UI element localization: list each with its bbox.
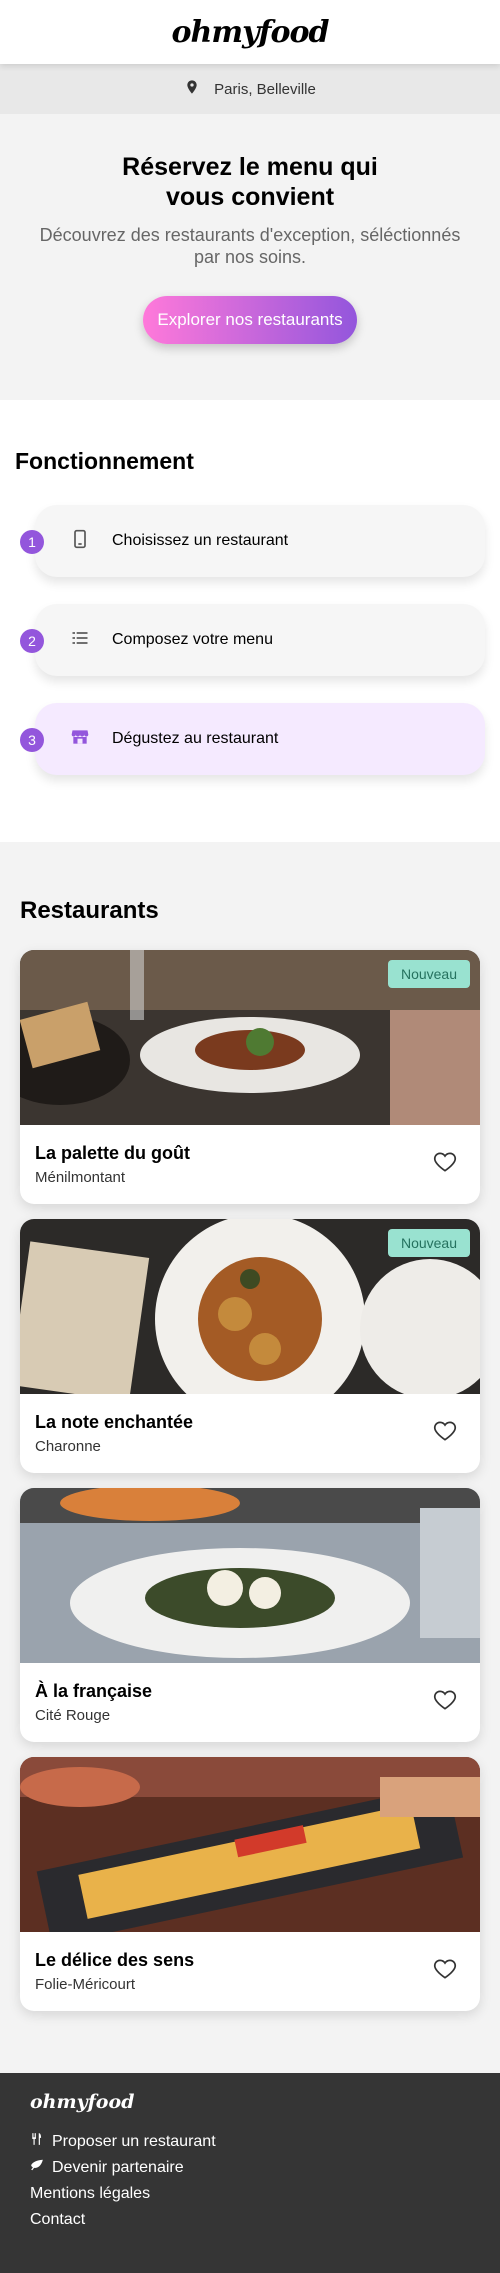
restaurant-name: Le délice des sens xyxy=(35,1950,195,1970)
step-number: 3 xyxy=(20,728,44,752)
footer-link-label: Proposer un restaurant xyxy=(52,2133,216,2150)
utensils-icon xyxy=(30,2129,44,2155)
hero-section: Réservez le menu qui vous convient Décou… xyxy=(0,114,500,400)
footer-link-label: Mentions légales xyxy=(30,2185,151,2202)
footer-link-partner[interactable]: Devenir partenaire xyxy=(30,2155,470,2181)
restaurant-card[interactable]: Nouveau La palette du goût Ménilmontant xyxy=(20,950,480,1204)
footer-link-label: Devenir partenaire xyxy=(52,2159,184,2176)
step-item: 2 Composez votre menu xyxy=(20,604,485,676)
location-text: Paris, Belleville xyxy=(214,80,316,98)
heart-icon[interactable] xyxy=(432,1687,458,1718)
step-number: 2 xyxy=(20,629,44,653)
footer-links: Proposer un restaurant Devenir partenair… xyxy=(30,2129,470,2233)
restaurant-card[interactable]: Le délice des sens Folie-Méricourt xyxy=(20,1757,480,2011)
step-item: 1 Choisissez un restaurant xyxy=(20,505,485,577)
footer-link-label: Contact xyxy=(30,2211,86,2228)
logo[interactable]: ohmyfood xyxy=(172,15,330,50)
restaurant-photo xyxy=(20,1757,480,1932)
restaurant-area: Cité Rouge xyxy=(35,1707,111,1724)
section-title: Fonctionnement xyxy=(15,448,194,474)
footer-logo[interactable]: ohmyfood xyxy=(30,2091,470,2113)
step-card[interactable]: Choisissez un restaurant xyxy=(35,505,485,577)
heart-icon[interactable] xyxy=(432,1149,458,1180)
footer-link-legal[interactable]: Mentions légales xyxy=(30,2181,470,2207)
restaurant-name: La note enchantée xyxy=(35,1412,194,1432)
restaurants-section: Restaurants Nouveau La palette du goût M… xyxy=(0,842,500,2073)
section-title: Restaurants xyxy=(20,897,159,924)
restaurant-card[interactable]: Nouveau La note enchantée Charonne xyxy=(20,1219,480,1473)
footer-link-propose[interactable]: Proposer un restaurant xyxy=(30,2129,470,2155)
step-label: Composez votre menu xyxy=(112,631,273,648)
new-badge: Nouveau xyxy=(387,1229,470,1257)
restaurant-area: Charonne xyxy=(35,1438,101,1455)
restaurant-name: À la française xyxy=(35,1681,153,1701)
restaurant-area: Ménilmontant xyxy=(35,1169,126,1186)
step-label: Choisissez un restaurant xyxy=(112,532,289,549)
explore-restaurants-button[interactable]: Explorer nos restaurants xyxy=(143,296,357,344)
step-number: 1 xyxy=(20,530,44,554)
site-footer: ohmyfood Proposer un restaurant Devenir … xyxy=(0,2073,500,2273)
restaurant-photo: Nouveau xyxy=(20,950,480,1125)
heart-icon[interactable] xyxy=(432,1418,458,1449)
map-pin-icon xyxy=(184,79,200,99)
site-header: ohmyfood xyxy=(0,0,500,64)
step-card[interactable]: Composez votre menu xyxy=(35,604,485,676)
new-badge: Nouveau xyxy=(387,960,470,988)
hero-title: Réservez le menu qui vous convient xyxy=(122,153,378,211)
hero-subtitle: Découvrez des restaurants d'exception, s… xyxy=(39,225,461,267)
footer-link-contact[interactable]: Contact xyxy=(30,2207,470,2233)
step-item: 3 Dégustez au restaurant xyxy=(20,703,485,775)
heart-icon[interactable] xyxy=(432,1956,458,1987)
restaurant-photo: Nouveau xyxy=(20,1219,480,1394)
how-it-works-section: Fonctionnement 1 Choisissez un restauran… xyxy=(0,400,500,842)
step-card[interactable]: Dégustez au restaurant xyxy=(35,703,485,775)
restaurant-card[interactable]: À la française Cité Rouge xyxy=(20,1488,480,1742)
store-icon xyxy=(70,727,90,752)
restaurant-photo xyxy=(20,1488,480,1663)
list-icon xyxy=(70,628,90,653)
step-label: Dégustez au restaurant xyxy=(112,730,279,747)
restaurant-name: La palette du goût xyxy=(35,1143,190,1163)
restaurant-area: Folie-Méricourt xyxy=(35,1976,136,1993)
handshake-icon xyxy=(30,2155,44,2181)
mobile-phone-icon xyxy=(70,529,90,554)
location-bar[interactable]: Paris, Belleville xyxy=(0,64,500,114)
